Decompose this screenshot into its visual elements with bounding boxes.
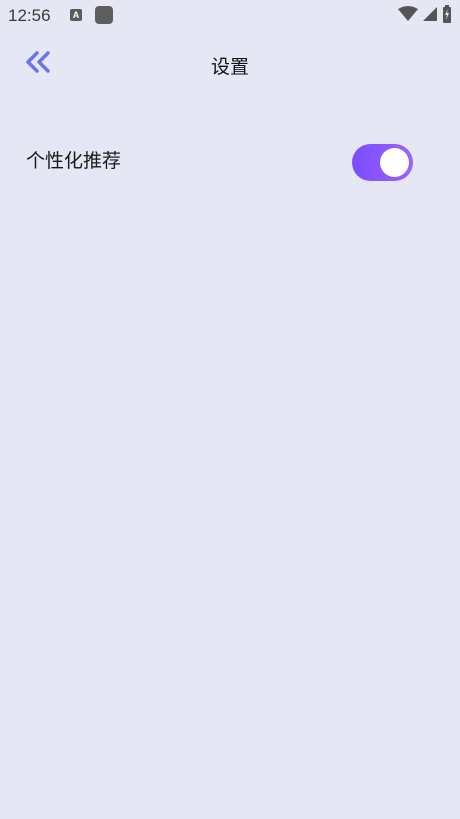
signal-icon	[422, 6, 438, 26]
battery-icon	[442, 5, 452, 27]
page-title: 设置	[210, 56, 249, 78]
wifi-icon	[398, 6, 418, 26]
app-notification-icon	[95, 6, 113, 24]
status-right-icons	[398, 5, 452, 27]
setting-row-personalized-recommendation: 个性化推荐	[0, 136, 460, 188]
toggle-knob	[380, 148, 409, 177]
status-time: 12:56	[8, 6, 51, 25]
status-bar: 12:56 A	[0, 0, 460, 32]
header: 设置	[0, 40, 460, 88]
a-notification-icon: A	[70, 9, 82, 21]
setting-label: 个性化推荐	[26, 150, 122, 172]
personalized-recommendation-toggle[interactable]	[352, 144, 413, 181]
